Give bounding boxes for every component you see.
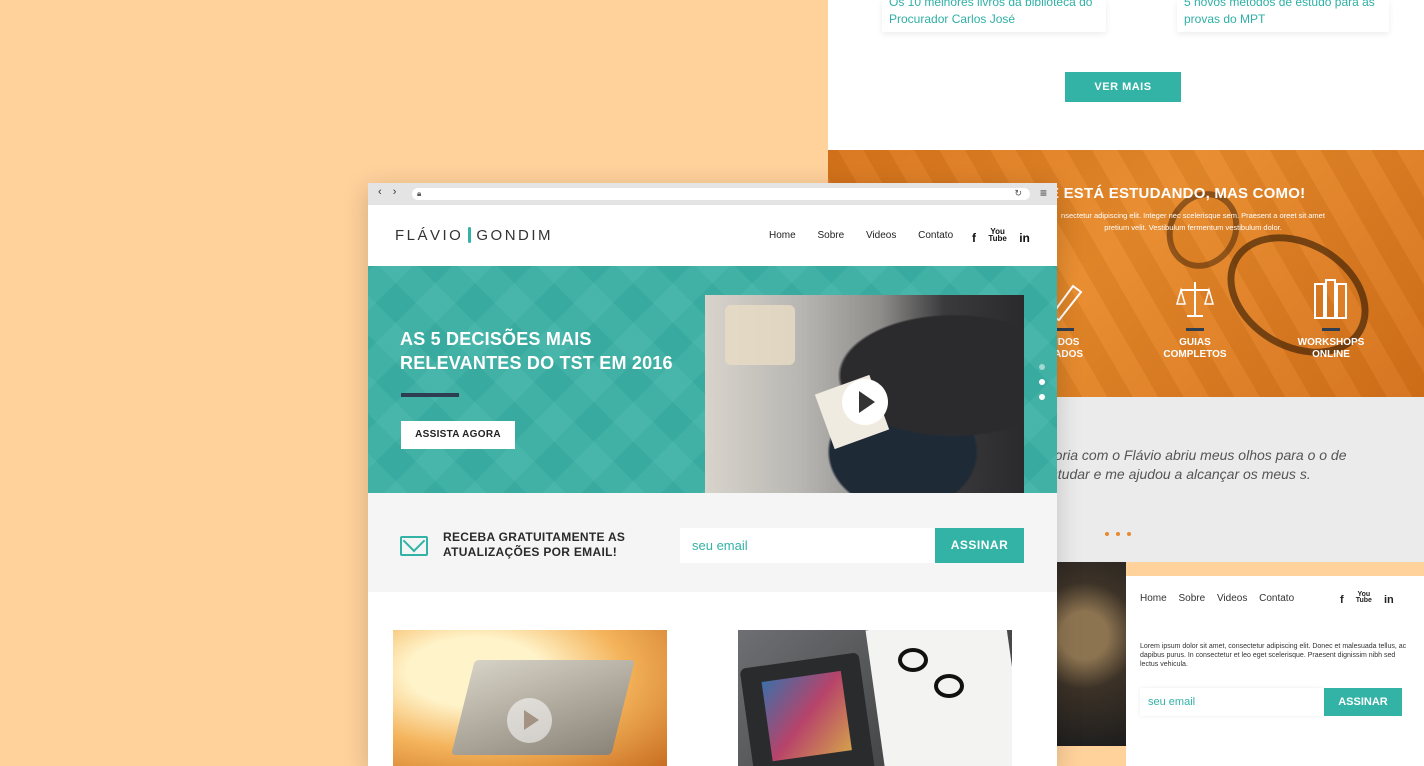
facebook-icon[interactable]: f bbox=[972, 231, 976, 245]
books-icon bbox=[1314, 279, 1347, 319]
pagination-dot[interactable] bbox=[1116, 532, 1120, 536]
footer-description: Lorem ipsum dolor sit amet, consectetur … bbox=[1140, 643, 1407, 668]
footer-social: f You Tube in bbox=[1340, 591, 1403, 606]
main-nav: Home Sobre Videos Contato bbox=[769, 230, 972, 241]
newsletter-text: RECEBA GRATUITAMENTE AS ATUALIZAÇÕES POR… bbox=[443, 530, 626, 559]
feature-divider bbox=[1186, 328, 1204, 331]
nav-sobre[interactable]: Sobre bbox=[817, 230, 844, 241]
footer-nav-sobre[interactable]: Sobre bbox=[1178, 593, 1205, 604]
logo-last-name: GONDIM bbox=[476, 227, 554, 244]
glasses-decoration bbox=[934, 674, 964, 698]
footer-nav-home[interactable]: Home bbox=[1140, 593, 1167, 604]
feature-item: WORKSHOPS ONLINE bbox=[1286, 278, 1376, 361]
footer-nav-videos[interactable]: Videos bbox=[1217, 593, 1247, 604]
slider-dot[interactable] bbox=[1039, 364, 1045, 370]
article-thumbnail[interactable] bbox=[738, 630, 1012, 766]
section-title: CÊ ESTÁ ESTUDANDO, MAS COMO! bbox=[1038, 185, 1306, 202]
browser-window: ‹ › 🔒︎ ↻ ≡ FLÁVIO GONDIM Home Sobre Video… bbox=[368, 183, 1057, 766]
facebook-icon[interactable]: f bbox=[1340, 594, 1344, 606]
menu-icon[interactable]: ≡ bbox=[1040, 187, 1047, 199]
youtube-icon[interactable]: You Tube bbox=[988, 228, 1007, 243]
site-logo[interactable]: FLÁVIO GONDIM bbox=[395, 227, 553, 244]
play-icon[interactable] bbox=[507, 698, 552, 743]
article-card[interactable]: Os 10 melhores livros da biblioteca do P… bbox=[882, 0, 1106, 32]
paper-decoration bbox=[865, 630, 1012, 766]
linkedin-icon[interactable]: in bbox=[1019, 231, 1030, 245]
nav-home[interactable]: Home bbox=[769, 230, 796, 241]
pagination-dot[interactable] bbox=[1127, 532, 1131, 536]
newsletter-subscribe-button[interactable]: ASSINAR bbox=[935, 528, 1024, 563]
newsletter-email-input[interactable] bbox=[680, 528, 935, 563]
laptop-decoration bbox=[739, 652, 877, 766]
reload-icon[interactable]: ↻ bbox=[1014, 188, 1022, 199]
ver-mais-button[interactable]: VER MAIS bbox=[1065, 72, 1181, 102]
feature-divider bbox=[1322, 328, 1340, 331]
hero-video[interactable] bbox=[705, 295, 1024, 507]
play-icon[interactable] bbox=[842, 379, 888, 425]
video-thumbnail[interactable] bbox=[393, 630, 667, 766]
hero-divider bbox=[401, 393, 459, 397]
assista-agora-button[interactable]: ASSISTA AGORA bbox=[401, 421, 515, 449]
footer-preview: Home Sobre Videos Contato f You Tube in … bbox=[1126, 576, 1424, 766]
newsletter-section: RECEBA GRATUITAMENTE AS ATUALIZAÇÕES POR… bbox=[368, 493, 1057, 592]
footer-subscribe-button[interactable]: ASSINAR bbox=[1324, 688, 1402, 716]
leaf-icon bbox=[468, 227, 472, 243]
linkedin-icon[interactable]: in bbox=[1384, 594, 1394, 606]
hero-title: AS 5 DECISÕES MAIS RELEVANTES DO TST EM … bbox=[400, 329, 673, 373]
slider-dot[interactable] bbox=[1039, 394, 1045, 400]
footer-nav-contato[interactable]: Contato bbox=[1259, 593, 1294, 604]
site-header: FLÁVIO GONDIM Home Sobre Videos Contato f… bbox=[368, 205, 1057, 266]
footer-nav: Home Sobre Videos Contato bbox=[1140, 593, 1303, 604]
footer-email-input[interactable] bbox=[1140, 688, 1324, 716]
articles-section: Os 10 melhores livros da biblioteca do P… bbox=[828, 0, 1424, 150]
nav-videos[interactable]: Videos bbox=[866, 230, 896, 241]
nav-contato[interactable]: Contato bbox=[918, 230, 953, 241]
testimonial-pagination bbox=[1105, 532, 1138, 536]
mail-icon bbox=[400, 536, 428, 556]
glasses-decoration bbox=[898, 648, 928, 672]
feature-label: GUIAS COMPLETOS bbox=[1163, 337, 1227, 360]
laptop-screen bbox=[761, 670, 852, 762]
section-description: nsectetur adipiscing elit. Integer nec s… bbox=[1061, 211, 1325, 232]
social-links: f You Tube in bbox=[972, 228, 1039, 246]
slider-pagination bbox=[1039, 364, 1045, 409]
footer-photo bbox=[1056, 562, 1126, 746]
feature-label: WORKSHOPS ONLINE bbox=[1297, 337, 1365, 360]
pagination-dot[interactable] bbox=[1105, 532, 1109, 536]
hero-banner: AS 5 DECISÕES MAIS RELEVANTES DO TST EM … bbox=[368, 266, 1057, 507]
article-card-title[interactable]: Os 10 melhores livros da biblioteca do P… bbox=[889, 0, 1106, 28]
back-forward-icon[interactable]: ‹ › bbox=[378, 186, 400, 198]
youtube-icon[interactable]: You Tube bbox=[1356, 591, 1372, 604]
feature-item: GUIAS COMPLETOS bbox=[1150, 278, 1240, 361]
browser-chrome: ‹ › 🔒︎ ↻ ≡ bbox=[368, 183, 1057, 205]
slider-dot[interactable] bbox=[1039, 379, 1045, 385]
address-bar[interactable]: 🔒︎ ↻ bbox=[412, 188, 1030, 200]
chair-decoration bbox=[725, 305, 795, 365]
article-card[interactable]: 5 novos métodos de estudo para as provas… bbox=[1177, 0, 1389, 32]
logo-first-name: FLÁVIO bbox=[395, 227, 464, 244]
article-card-title[interactable]: 5 novos métodos de estudo para as provas… bbox=[1184, 0, 1389, 28]
testimonial-quote: ntoria com o Flávio abriu meus olhos par… bbox=[1043, 447, 1347, 482]
scales-icon bbox=[1176, 282, 1214, 317]
lock-icon: 🔒︎ bbox=[417, 189, 422, 198]
feature-divider bbox=[1056, 328, 1074, 331]
